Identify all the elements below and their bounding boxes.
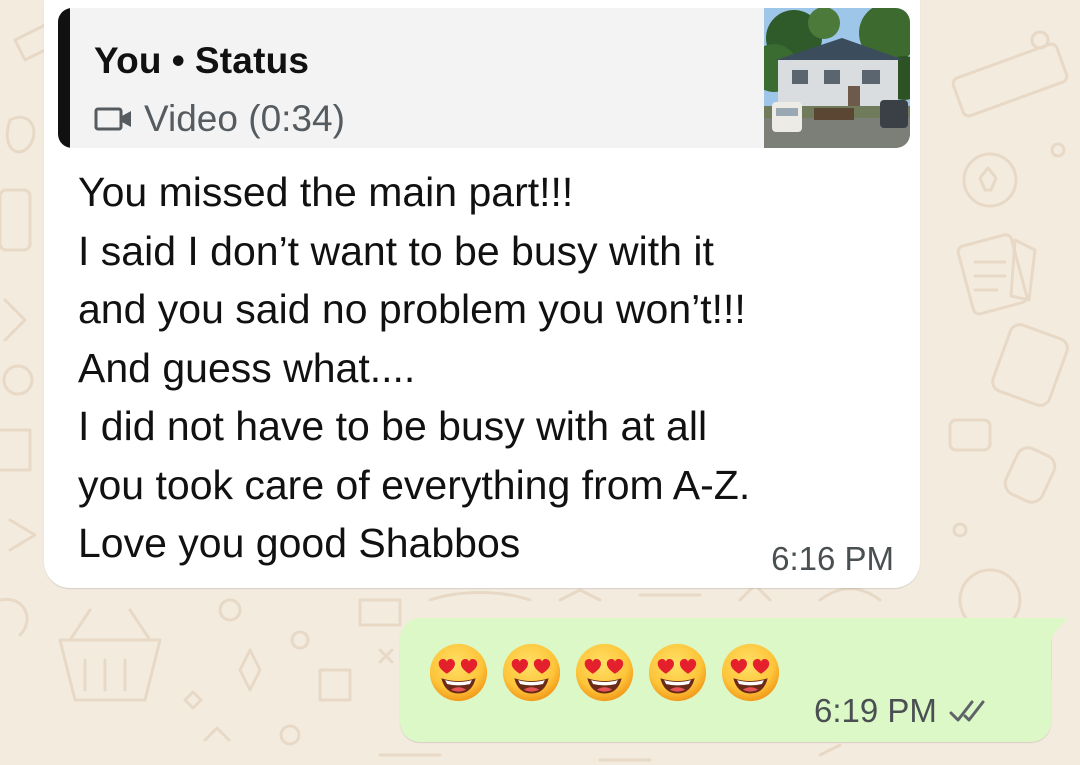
- message-text: You missed the main part!!! I said I don…: [78, 163, 908, 573]
- message-line-5: I did not have to be busy with at all: [78, 403, 708, 449]
- emoji-row: [428, 642, 781, 703]
- message-line-1: You missed the main part!!!: [78, 169, 574, 215]
- quoted-status-reply[interactable]: You • Status Video (0:34): [58, 8, 910, 148]
- outgoing-message[interactable]: 6:19 PM: [400, 618, 1067, 742]
- quote-title: You • Status: [94, 40, 309, 82]
- outgoing-meta: 6:19 PM: [814, 692, 995, 730]
- outgoing-timestamp: 6:19 PM: [814, 692, 937, 729]
- quote-author: You: [94, 40, 162, 81]
- message-line-2: I said I don’t want to be busy with it: [78, 227, 714, 274]
- heart-eyes-emoji: [502, 643, 561, 702]
- incoming-message[interactable]: You • Status Video (0:34) You missed the…: [44, 0, 920, 588]
- video-icon: [94, 107, 131, 131]
- double-check-icon: [949, 700, 985, 722]
- quote-separator: •: [171, 40, 185, 81]
- message-line-6: you took care of everything from A-Z.: [78, 461, 751, 508]
- quote-media: Video (0:34): [94, 98, 345, 140]
- message-line-4: And guess what....: [78, 344, 416, 391]
- message-line-3: and you said no problem you won’t!!!: [78, 286, 746, 332]
- message-line-7: Love you good Shabbos: [78, 520, 521, 566]
- heart-eyes-emoji: [575, 643, 634, 702]
- quote-source: Status: [194, 40, 310, 81]
- heart-eyes-emoji: [721, 643, 780, 702]
- quote-media-label: Video (0:34): [144, 98, 345, 139]
- status-video-thumbnail[interactable]: [764, 8, 910, 148]
- heart-eyes-emoji: [648, 643, 707, 702]
- bubble-tail: [1049, 618, 1067, 640]
- heart-eyes-emoji: [429, 643, 488, 702]
- quote-accent-bar: [58, 8, 70, 148]
- incoming-timestamp: 6:16 PM: [771, 540, 894, 577]
